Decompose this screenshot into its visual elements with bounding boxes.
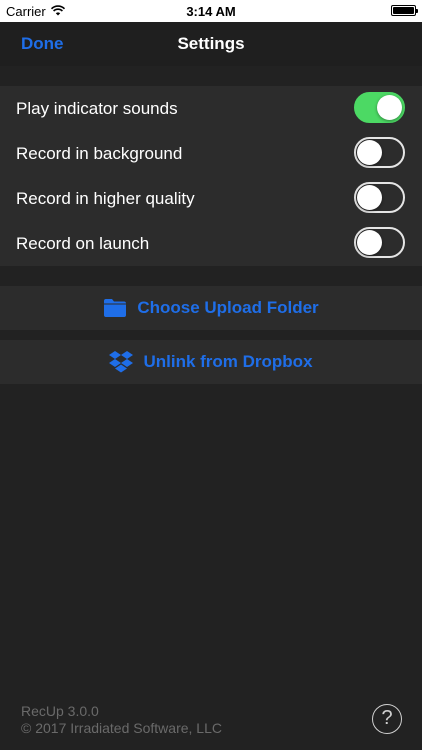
version-text: RecUp 3.0.0 [21,703,99,719]
setting-row-record-in-background: Record in background [0,131,422,176]
nav-bar: Done Settings [0,22,422,66]
choose-upload-folder-button[interactable]: Choose Upload Folder [0,286,422,330]
setting-row-record-in-higher-quality: Record in higher quality [0,176,422,221]
toggle-knob [357,140,382,165]
toggle-knob [357,185,382,210]
toggle-knob [357,230,382,255]
status-bar: Carrier 3:14 AM [0,0,422,22]
status-time: 3:14 AM [186,4,236,19]
setting-label: Record in higher quality [16,189,195,208]
toggle-knob [377,95,402,120]
unlink-dropbox-label: Unlink from Dropbox [143,352,313,371]
setting-label: Record on launch [16,234,150,253]
dropbox-icon [109,351,134,373]
setting-label: Play indicator sounds [16,99,178,118]
footer: RecUp 3.0.0 © 2017 Irradiated Software, … [21,703,222,737]
battery-icon [391,5,418,16]
play-indicator-sounds-toggle[interactable] [354,92,405,123]
copyright-text: © 2017 Irradiated Software, LLC [21,720,222,736]
choose-upload-folder-label: Choose Upload Folder [137,298,319,317]
setting-label: Record in background [16,144,183,163]
status-right [391,5,418,16]
record-in-higher-quality-toggle[interactable] [354,182,405,213]
unlink-dropbox-button[interactable]: Unlink from Dropbox [0,340,422,384]
folder-icon [103,298,127,318]
page-title: Settings [177,34,245,53]
setting-row-play-indicator-sounds: Play indicator sounds [0,86,422,131]
help-button[interactable]: ? [372,704,402,734]
setting-row-record-on-launch: Record on launch [0,221,422,266]
record-on-launch-toggle[interactable] [354,227,405,258]
record-in-background-toggle[interactable] [354,137,405,168]
settings-group: Play indicator sounds Record in backgrou… [0,86,422,266]
